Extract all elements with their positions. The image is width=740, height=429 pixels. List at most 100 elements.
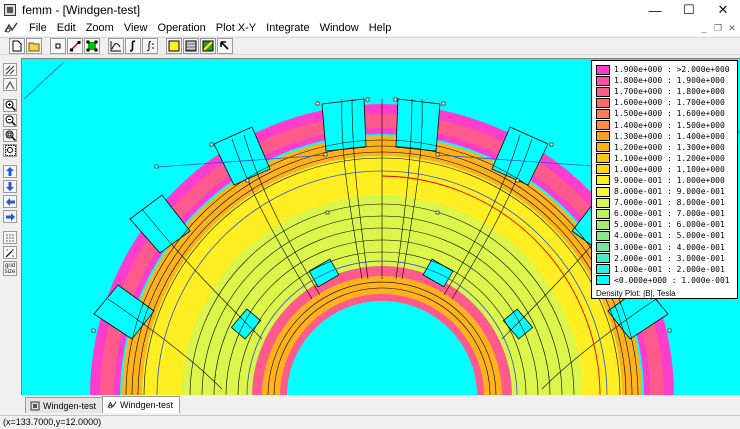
zoom-window-icon xyxy=(4,145,16,156)
mdi-minimize-button[interactable]: _ xyxy=(698,22,710,34)
legend-row: 3.000e-001 : 4.000e-001 xyxy=(596,242,733,253)
grid-size-label-bottom: size xyxy=(4,268,16,275)
zoom-natural-icon xyxy=(5,130,16,141)
pan-left-button[interactable] xyxy=(3,195,17,208)
xy-plot-icon xyxy=(110,41,121,52)
pan-up-button[interactable] xyxy=(3,165,17,178)
legend-swatch xyxy=(596,142,610,153)
show-density-plot-button[interactable] xyxy=(166,38,182,54)
legend-row: 2.000e-001 : 3.000e-001 xyxy=(596,253,733,264)
legend-row: 9.000e-001 : 1.000e+000 xyxy=(596,175,733,186)
block-integral-icon xyxy=(146,40,154,52)
menu-help[interactable]: Help xyxy=(364,20,397,36)
density-plot-icon xyxy=(168,40,180,52)
mesh-icon xyxy=(5,65,15,74)
legend-row: <0.000e+000 : 1.000e-001 xyxy=(596,275,733,286)
block-integral-button[interactable] xyxy=(142,38,158,54)
legend-label: 5.000e-001 : 6.000e-001 xyxy=(614,220,725,230)
arrow-left-icon xyxy=(5,197,15,206)
legend-swatch xyxy=(596,164,610,175)
mdi-close-button[interactable]: ✕ xyxy=(726,22,738,34)
legend-row: 1.300e+000 : 1.400e+000 xyxy=(596,131,733,142)
legend-label: 1.700e+000 : 1.800e+000 xyxy=(614,87,725,97)
mdi-controls: _ ❐ ✕ xyxy=(698,20,738,36)
menu-file[interactable]: File xyxy=(24,20,52,36)
tab-label: Windgen-test xyxy=(120,400,174,410)
contour-mode-button[interactable] xyxy=(67,38,83,54)
tab-windgen-preprocessor[interactable]: Windgen-test xyxy=(25,397,104,413)
legend-swatch xyxy=(596,120,610,131)
mdi-restore-button[interactable]: ❐ xyxy=(712,22,724,34)
zoom-window-button[interactable] xyxy=(3,144,17,157)
zoom-in-button[interactable] xyxy=(3,99,17,112)
main-toolbar xyxy=(0,37,740,55)
legend-label: 1.400e+000 : 1.500e+000 xyxy=(614,120,725,130)
legend-label: 9.000e-001 : 1.000e+000 xyxy=(614,175,725,185)
points-icon xyxy=(5,80,15,89)
show-points-button[interactable] xyxy=(3,78,17,91)
legend-swatch xyxy=(596,131,610,142)
pan-down-button[interactable] xyxy=(3,180,17,193)
show-vector-plot-button[interactable] xyxy=(200,38,216,54)
integrate-button[interactable] xyxy=(125,38,141,54)
document-tab-bar: Windgen-test Windgen-test xyxy=(21,396,740,413)
document-system-icon[interactable] xyxy=(4,22,18,34)
pointer-button[interactable] xyxy=(217,38,233,54)
zoom-natural-button[interactable] xyxy=(3,129,17,142)
zoom-out-button[interactable] xyxy=(3,114,17,127)
plot-xy-button[interactable] xyxy=(108,38,124,54)
menu-bar: File Edit Zoom View Operation Plot X-Y I… xyxy=(0,20,740,36)
zoom-out-icon xyxy=(5,115,16,126)
new-file-button[interactable] xyxy=(9,38,25,54)
snap-grid-button[interactable] xyxy=(3,246,17,259)
legend-row: 8.000e-001 : 9.000e-001 xyxy=(596,186,733,197)
legend-row: 1.000e-001 : 2.000e-001 xyxy=(596,264,733,275)
maximize-button[interactable]: ☐ xyxy=(672,0,706,20)
menu-integrate[interactable]: Integrate xyxy=(261,20,314,36)
legend-row: 1.000e+000 : 1.100e+000 xyxy=(596,164,733,175)
open-file-button[interactable] xyxy=(26,38,42,54)
tab-windgen-postprocessor[interactable]: Windgen-test xyxy=(102,396,181,413)
legend-row: 1.500e+000 : 1.600e+000 xyxy=(596,108,733,119)
legend-row: 7.000e-001 : 8.000e-001 xyxy=(596,197,733,208)
legend-swatch xyxy=(596,175,610,186)
minimize-button[interactable]: — xyxy=(638,0,672,20)
grid-size-button[interactable]: grid size xyxy=(3,261,17,276)
arrow-down-icon xyxy=(6,182,14,191)
menu-operation[interactable]: Operation xyxy=(152,20,210,36)
pan-right-button[interactable] xyxy=(3,210,17,223)
snap-grid-icon xyxy=(5,248,14,257)
legend-row: 4.000e-001 : 5.000e-001 xyxy=(596,230,733,241)
arrow-up-icon xyxy=(6,167,14,176)
menu-view[interactable]: View xyxy=(119,20,153,36)
node-mode-button[interactable] xyxy=(50,38,66,54)
status-bar: (x=133.7000,y=12.0000) xyxy=(0,415,740,429)
legend-row: 1.600e+000 : 1.700e+000 xyxy=(596,97,733,108)
legend-label: 1.500e+000 : 1.600e+000 xyxy=(614,109,725,119)
close-button[interactable]: ✕ xyxy=(706,0,740,20)
legend-swatch xyxy=(596,86,610,97)
show-grid-button[interactable] xyxy=(3,231,17,244)
show-contour-plot-button[interactable] xyxy=(183,38,199,54)
show-mesh-button[interactable] xyxy=(3,63,17,76)
menu-zoom[interactable]: Zoom xyxy=(81,20,119,36)
legend-label: 2.000e-001 : 3.000e-001 xyxy=(614,253,725,263)
legend-label: 1.200e+000 : 1.300e+000 xyxy=(614,142,725,152)
menu-plot-xy[interactable]: Plot X-Y xyxy=(211,20,261,36)
legend-swatch xyxy=(596,97,610,108)
grid-icon xyxy=(6,233,14,242)
legend-swatch xyxy=(596,197,610,208)
vector-plot-icon xyxy=(202,40,214,52)
area-mode-button[interactable] xyxy=(84,38,100,54)
femm-app-icon xyxy=(4,4,16,16)
density-plot-canvas[interactable]: 1.900e+000 : >2.000e+000 1.800e+000 : 1.… xyxy=(21,58,740,395)
area-icon xyxy=(86,40,98,52)
menu-window[interactable]: Window xyxy=(315,20,364,36)
legend-label: 1.900e+000 : >2.000e+000 xyxy=(614,65,730,75)
menu-edit[interactable]: Edit xyxy=(52,20,81,36)
legend-label: 7.000e-001 : 8.000e-001 xyxy=(614,198,725,208)
tab-label: Windgen-test xyxy=(43,400,97,411)
legend-label: <0.000e+000 : 1.000e-001 xyxy=(614,275,730,285)
title-bar: femm - [Windgen-test] — ☐ ✕ xyxy=(0,0,740,20)
legend-swatch xyxy=(596,186,610,197)
